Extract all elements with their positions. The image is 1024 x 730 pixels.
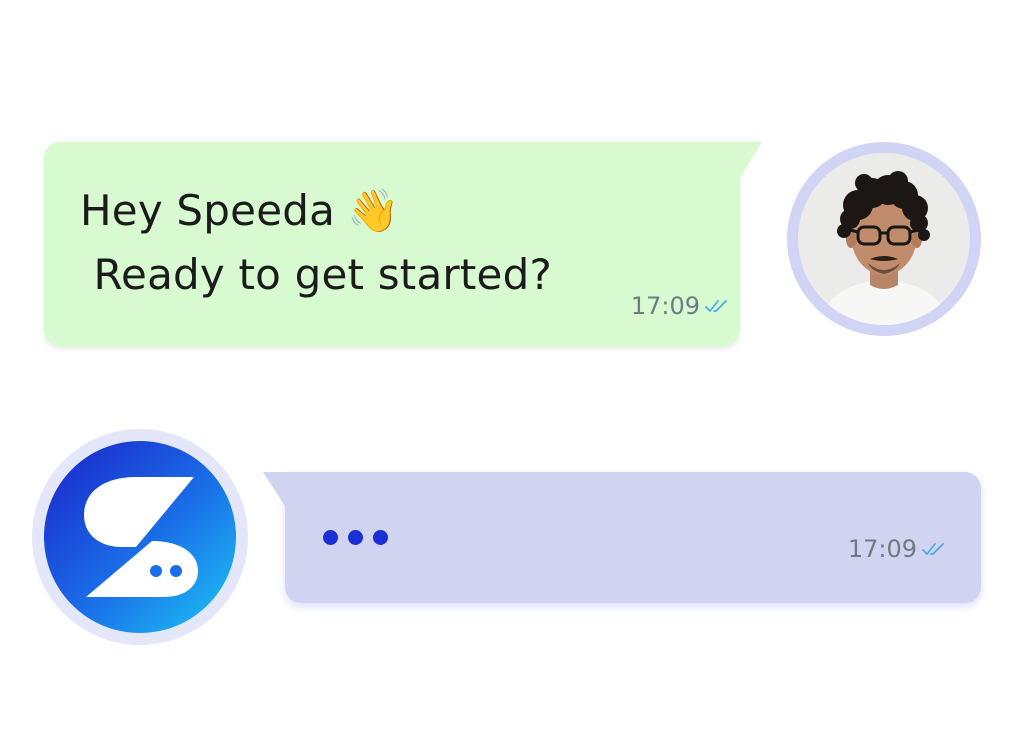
bubble-tail bbox=[740, 142, 762, 178]
waving-hand-icon: 👋 bbox=[347, 186, 400, 235]
double-check-icon bbox=[704, 298, 730, 314]
bubble-tail bbox=[263, 472, 285, 506]
typing-dot bbox=[373, 530, 388, 545]
typing-dot bbox=[323, 530, 338, 545]
incoming-message-bubble[interactable]: 17:09 bbox=[263, 472, 981, 603]
message-timestamp: 17:09 bbox=[630, 292, 700, 320]
message-meta: 17:09 bbox=[631, 292, 730, 320]
typing-dot bbox=[348, 530, 363, 545]
greeting-text: Hey Speeda bbox=[80, 186, 336, 235]
message-meta: 17:09 bbox=[848, 535, 947, 563]
chat-stage: Hey Speeda👋 Ready to get started? 17:09 bbox=[0, 0, 1024, 730]
outgoing-message-bubble[interactable]: Hey Speeda 👋 Ready to get started? 17:09 bbox=[44, 142, 762, 346]
double-check-icon bbox=[921, 541, 947, 557]
message-timestamp: 17:09 bbox=[847, 535, 917, 563]
user-photo bbox=[798, 153, 970, 325]
bot-avatar[interactable] bbox=[32, 429, 248, 645]
message-text-line-2: Ready to get started? bbox=[80, 250, 552, 299]
message-text-line-1: Hey Speeda 👋 bbox=[80, 186, 400, 236]
speeda-logo-icon bbox=[44, 441, 236, 633]
user-avatar[interactable] bbox=[787, 142, 981, 336]
typing-indicator bbox=[323, 530, 388, 545]
